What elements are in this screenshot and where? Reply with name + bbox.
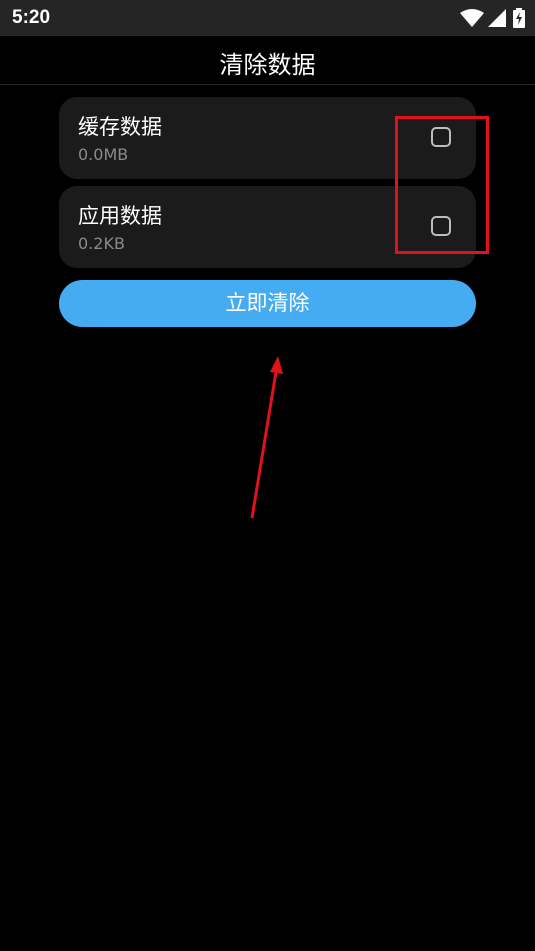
screen: 5:20 清除数据 缓存数据 0.0MB 应用数据 0.2KB 立即清除 <box>0 0 535 951</box>
arrow-annotation-icon <box>250 356 283 519</box>
